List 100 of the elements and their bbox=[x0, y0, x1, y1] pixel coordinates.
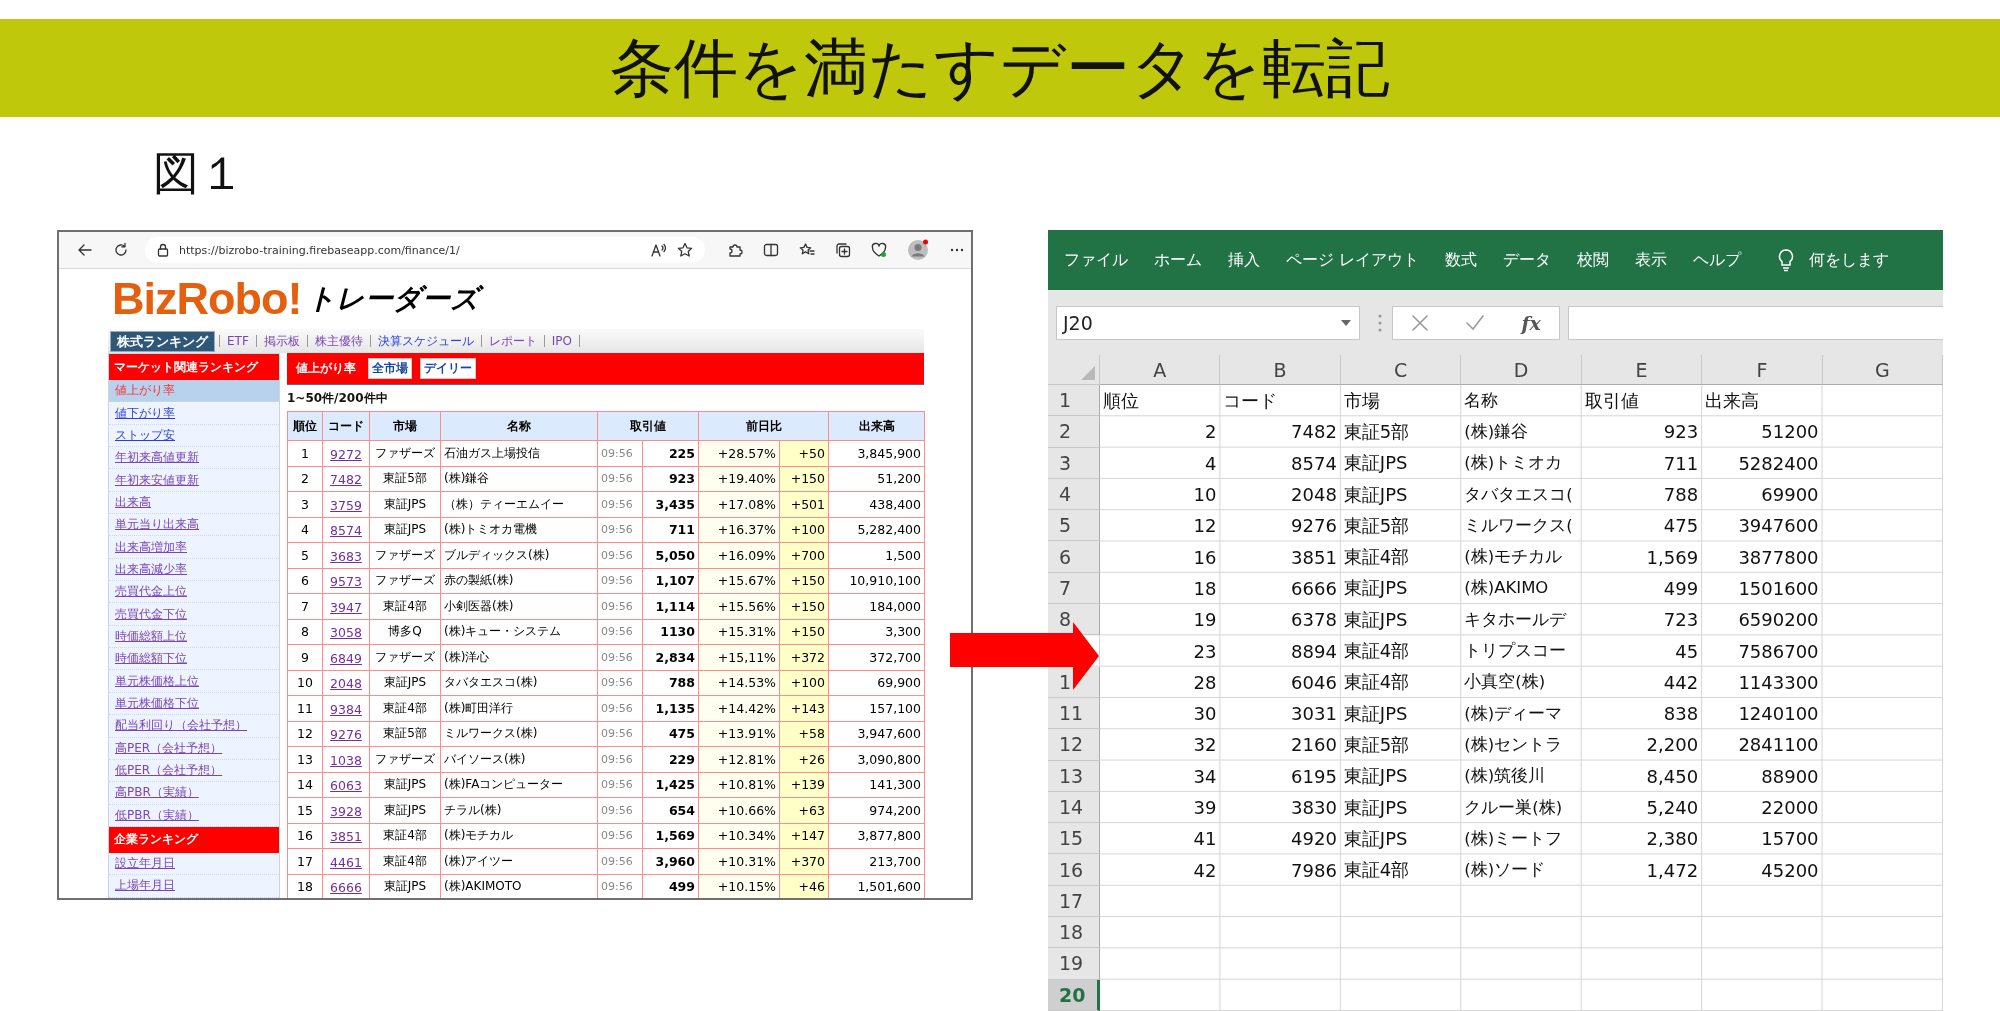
split-screen-icon[interactable] bbox=[763, 242, 779, 258]
cell[interactable]: 45 bbox=[1581, 635, 1703, 667]
cell[interactable]: 45200 bbox=[1702, 854, 1823, 886]
sidebar-link[interactable]: 単元株価格下位 bbox=[115, 695, 199, 712]
row-header[interactable]: 13 bbox=[1048, 760, 1100, 792]
cell[interactable]: 2 bbox=[1100, 416, 1221, 448]
nav-tab[interactable]: 決算スケジュール bbox=[369, 335, 481, 347]
nav-tab[interactable]: 株主優待 bbox=[306, 335, 370, 347]
row-header[interactable]: 5 bbox=[1048, 510, 1100, 542]
cell[interactable]: コード bbox=[1220, 385, 1341, 417]
cell[interactable]: 19 bbox=[1100, 604, 1221, 636]
star-icon[interactable] bbox=[677, 242, 693, 258]
cell[interactable]: 723 bbox=[1581, 604, 1703, 636]
ribbon-tab[interactable]: 数式 bbox=[1445, 249, 1478, 271]
cell[interactable]: 2,200 bbox=[1581, 729, 1703, 761]
cell[interactable]: 475 bbox=[1581, 510, 1703, 542]
cell[interactable]: 東証JPS bbox=[1340, 697, 1462, 730]
cell[interactable]: クルー巣(株) bbox=[1461, 791, 1582, 824]
sidebar-link[interactable]: 上場年月日 bbox=[115, 877, 175, 895]
cell[interactable]: 東証4部 bbox=[1340, 854, 1462, 886]
cell[interactable]: 東証JPS bbox=[1340, 478, 1462, 511]
cell[interactable]: 2160 bbox=[1220, 729, 1341, 761]
cell[interactable]: 3031 bbox=[1220, 697, 1341, 730]
cell[interactable]: 東証4部 bbox=[1340, 666, 1462, 698]
cell[interactable]: 1,569 bbox=[1581, 541, 1703, 573]
cell[interactable]: 名称 bbox=[1461, 385, 1582, 417]
sidebar-link[interactable]: ストップ安 bbox=[115, 426, 175, 444]
row-header[interactable]: 16 bbox=[1048, 854, 1100, 886]
column-header[interactable]: F bbox=[1702, 355, 1823, 385]
row-header[interactable]: 7 bbox=[1048, 572, 1100, 605]
cell[interactable]: 30 bbox=[1100, 697, 1221, 730]
cell[interactable]: 出来高 bbox=[1702, 385, 1823, 417]
dropdown-icon[interactable] bbox=[1341, 319, 1351, 326]
cell[interactable]: 1143300 bbox=[1702, 666, 1823, 698]
favorites-icon[interactable] bbox=[799, 242, 815, 258]
refresh-icon[interactable] bbox=[113, 242, 129, 258]
cell[interactable]: 7586700 bbox=[1702, 635, 1823, 667]
row-header[interactable]: 4 bbox=[1048, 478, 1100, 511]
sidebar-link[interactable]: 設立年月日 bbox=[115, 855, 175, 873]
sidebar-link[interactable]: 配当利回り（会社予想） bbox=[115, 717, 247, 735]
cell[interactable]: 711 bbox=[1581, 447, 1703, 479]
column-header[interactable]: D bbox=[1461, 355, 1582, 385]
tell-me-field[interactable]: 何をします bbox=[1809, 249, 1890, 271]
drag-handle-icon[interactable] bbox=[1378, 313, 1382, 332]
cell[interactable]: 東証JPS bbox=[1340, 823, 1462, 855]
cell[interactable]: 41 bbox=[1100, 823, 1221, 855]
cell[interactable]: 5282400 bbox=[1702, 447, 1823, 479]
row-header[interactable]: 19 bbox=[1048, 948, 1100, 980]
cell[interactable]: 12 bbox=[1100, 510, 1221, 542]
sidebar-link[interactable]: 低PER（会社予想） bbox=[115, 762, 223, 779]
nav-tab[interactable]: IPO bbox=[543, 335, 581, 347]
cell[interactable]: 788 bbox=[1581, 478, 1703, 511]
sidebar-link[interactable]: 年初来安値更新 bbox=[115, 471, 199, 489]
cell[interactable]: 東証JPS bbox=[1340, 760, 1462, 792]
cell[interactable]: 順位 bbox=[1100, 385, 1221, 417]
cell[interactable]: (株)筑後川 bbox=[1461, 760, 1582, 792]
cell[interactable]: 6046 bbox=[1220, 666, 1341, 698]
cell[interactable]: 18 bbox=[1100, 572, 1221, 605]
cell[interactable]: 4920 bbox=[1220, 823, 1341, 855]
column-header[interactable]: A bbox=[1100, 355, 1221, 385]
lightbulb-icon[interactable] bbox=[1777, 248, 1796, 272]
cell[interactable]: 5,240 bbox=[1581, 791, 1703, 824]
cell[interactable]: 小真空(株) bbox=[1461, 666, 1582, 698]
cell[interactable]: 7482 bbox=[1220, 416, 1341, 448]
sidebar-link[interactable]: 出来高増加率 bbox=[115, 538, 187, 556]
sidebar-link[interactable]: 値下がり率 bbox=[115, 404, 175, 422]
filter-tag[interactable]: 全市場 bbox=[368, 358, 412, 379]
cell[interactable]: 39 bbox=[1100, 791, 1221, 824]
cell[interactable]: 3830 bbox=[1220, 791, 1341, 824]
cell[interactable]: 88900 bbox=[1702, 760, 1823, 792]
cell[interactable]: 2841100 bbox=[1702, 729, 1823, 761]
ribbon-tab[interactable]: ページ レイアウト bbox=[1286, 249, 1420, 271]
cell[interactable]: 7986 bbox=[1220, 854, 1341, 886]
cell[interactable]: 市場 bbox=[1340, 385, 1462, 417]
cell[interactable]: タバタエスコ( bbox=[1461, 478, 1582, 511]
cell[interactable]: ミルワークス( bbox=[1461, 510, 1582, 542]
cell[interactable]: 東証JPS bbox=[1340, 447, 1462, 479]
name-box[interactable]: J20 bbox=[1056, 305, 1360, 340]
cell[interactable]: 499 bbox=[1581, 572, 1703, 605]
cell[interactable]: 東証4部 bbox=[1340, 635, 1462, 667]
sidebar-link[interactable]: 売買代金下位 bbox=[115, 605, 187, 623]
cell[interactable]: 51200 bbox=[1702, 416, 1823, 448]
row-header[interactable]: 15 bbox=[1048, 823, 1100, 855]
row-header[interactable]: 14 bbox=[1048, 791, 1100, 824]
column-header[interactable]: E bbox=[1581, 355, 1703, 385]
lock-icon[interactable] bbox=[157, 243, 169, 257]
row-header[interactable]: 18 bbox=[1048, 917, 1100, 949]
sidebar-link[interactable]: 時価総額下位 bbox=[115, 650, 187, 668]
cell[interactable]: (株)ディーマ bbox=[1461, 697, 1582, 730]
sidebar-link[interactable]: 単元株価格上位 bbox=[115, 672, 199, 690]
cell[interactable]: 8,450 bbox=[1581, 760, 1703, 792]
cell[interactable]: (株)セントラ bbox=[1461, 729, 1582, 761]
cell[interactable]: (株)ミートフ bbox=[1461, 823, 1582, 855]
cell[interactable]: 東証JPS bbox=[1340, 572, 1462, 605]
cell[interactable]: 6590200 bbox=[1702, 604, 1823, 636]
cell[interactable]: 28 bbox=[1100, 666, 1221, 698]
cell[interactable]: 6378 bbox=[1220, 604, 1341, 636]
cell[interactable]: 東証5部 bbox=[1340, 510, 1462, 542]
row-header[interactable]: 3 bbox=[1048, 447, 1100, 479]
ribbon-tab[interactable]: 表示 bbox=[1635, 249, 1668, 271]
